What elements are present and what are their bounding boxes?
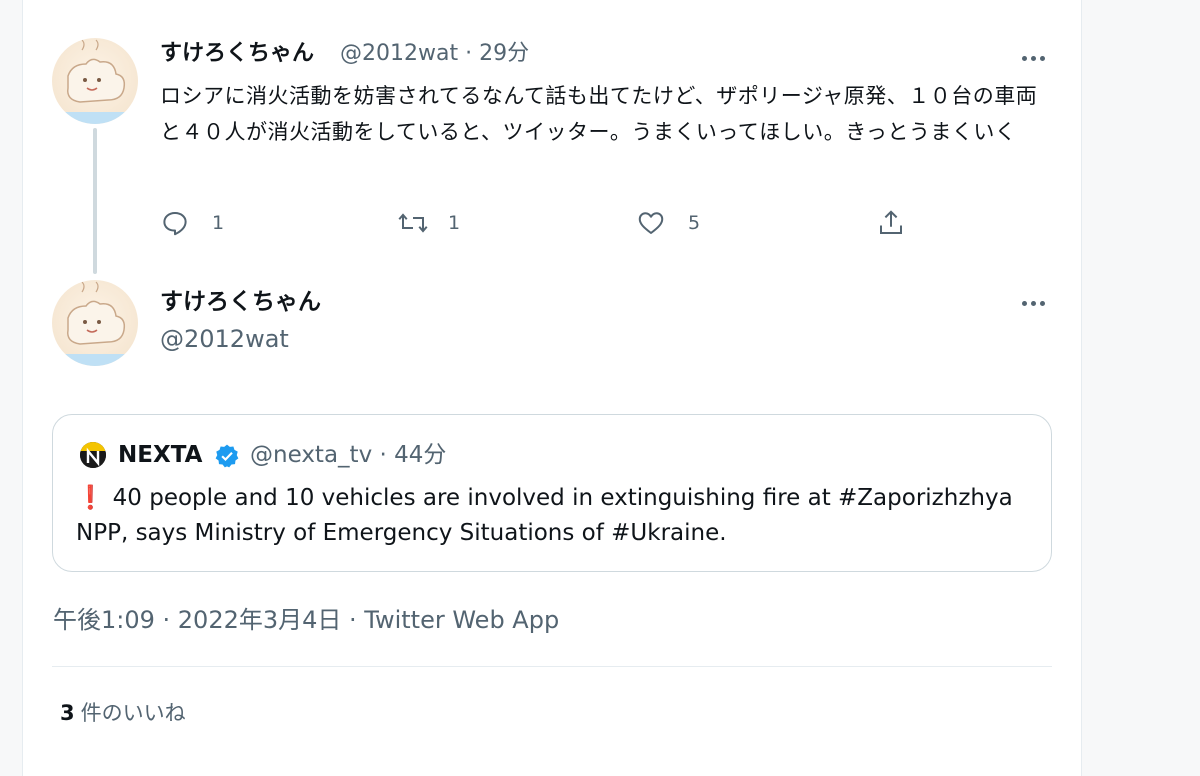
reply-icon <box>163 212 187 236</box>
author-display-name[interactable]: すけろくちゃん <box>160 40 314 68</box>
like-button[interactable]: 5 <box>636 206 700 240</box>
like-count: 5 <box>688 212 701 234</box>
likes-label: 件のいいね <box>80 701 186 725</box>
likes-summary[interactable]: 3 件のいいね <box>60 698 186 728</box>
author-display-name[interactable]: すけろくちゃん <box>160 288 321 316</box>
tweet-text: ロシアに消火活動を妨害されてるなんて話も出てたけど、ザポリージャ原発、１０台の車… <box>160 84 1038 144</box>
divider <box>52 666 1052 667</box>
nexta-logo-icon <box>80 442 106 468</box>
verified-badge-icon <box>214 443 240 469</box>
quoted-tweet-body: 40 people and 10 vehicles are involved i… <box>76 485 1013 546</box>
retweet-icon <box>398 213 428 233</box>
author-handle-time[interactable]: @2012wat · 29分 <box>340 40 529 68</box>
retweet-count: 1 <box>448 212 461 234</box>
like-icon <box>638 212 664 234</box>
retweet-button[interactable]: 1 <box>396 206 460 240</box>
reply-count: 1 <box>212 212 225 234</box>
user-avatar[interactable] <box>52 38 138 124</box>
share-icon <box>880 210 902 234</box>
likes-count: 3 <box>60 701 75 725</box>
quoted-handle-time[interactable]: @nexta_tv · 44分 <box>250 440 446 470</box>
tweet-timestamp[interactable]: 午後1:09 · 2022年3月4日 · Twitter Web App <box>53 604 559 636</box>
exclamation-emoji: ❗ <box>76 485 105 511</box>
more-icon[interactable] <box>1020 48 1050 68</box>
quoted-tweet-text: ❗ 40 people and 10 vehicles are involved … <box>76 481 1036 551</box>
more-icon[interactable] <box>1020 293 1050 313</box>
quoted-author-name[interactable]: NEXTA <box>118 440 202 470</box>
share-button[interactable] <box>876 206 906 240</box>
author-handle[interactable]: @2012wat <box>160 325 289 353</box>
thread-connector-line <box>93 128 97 274</box>
user-avatar[interactable] <box>52 280 138 366</box>
reply-button[interactable]: 1 <box>160 206 224 240</box>
